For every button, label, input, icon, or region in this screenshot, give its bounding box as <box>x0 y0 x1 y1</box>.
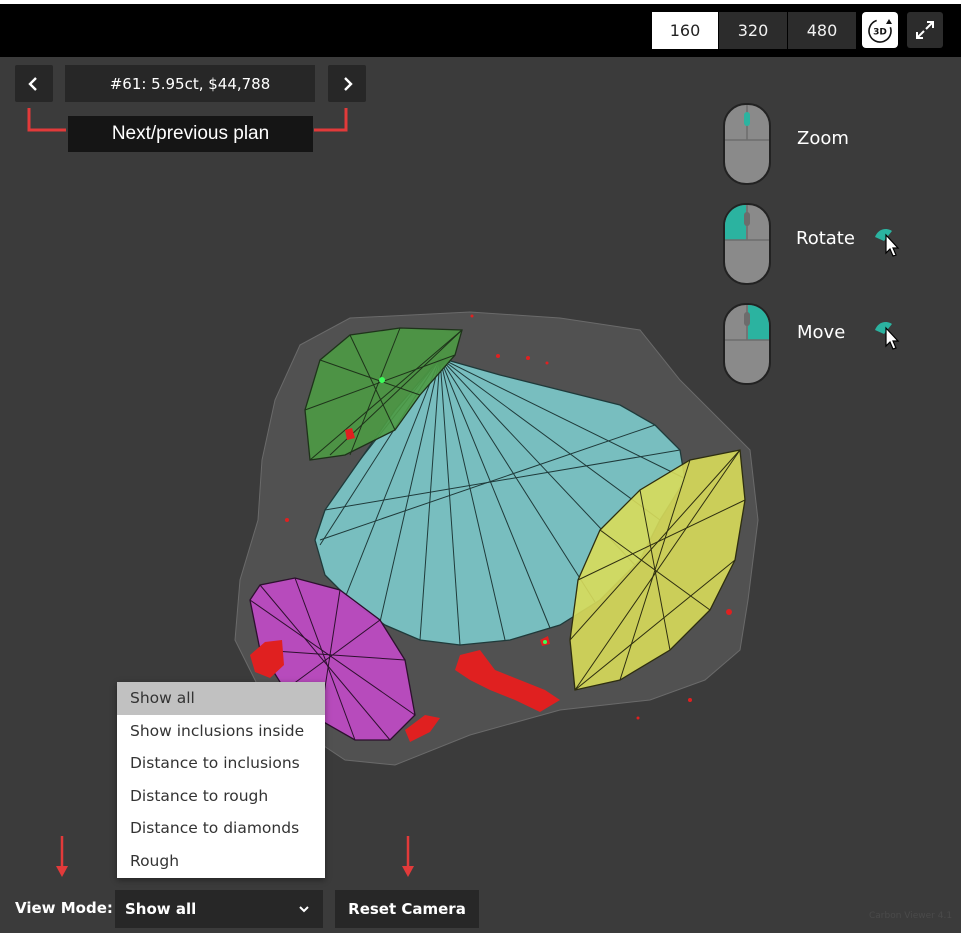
mouse-wheel-icon <box>723 103 771 185</box>
chevron-down-icon <box>299 906 309 913</box>
view-mode-select[interactable]: Show all <box>115 890 323 928</box>
view-mode-label: View Mode: <box>15 899 113 917</box>
3d-label: 3D <box>873 28 887 38</box>
carbon-viewer: 160 320 480 3D #61: 5.95ct, $44,788 Next… <box>0 0 961 933</box>
size-160-button[interactable]: 160 <box>652 12 718 49</box>
view-mode-option-rough[interactable]: Rough <box>117 845 325 878</box>
zoom-label: Zoom <box>797 128 849 149</box>
rotate-3d-icon: 3D <box>868 19 892 43</box>
view-mode-option-show-all[interactable]: Show all <box>117 682 325 715</box>
previous-plan-button[interactable] <box>15 65 53 102</box>
fullscreen-button[interactable] <box>907 12 943 48</box>
move-cursor-icon <box>875 322 900 350</box>
view-mode-option-show-inclusions-inside[interactable]: Show inclusions inside <box>117 715 325 748</box>
reset-camera-arrow <box>402 836 414 877</box>
view-mode-arrow <box>56 836 68 877</box>
move-label: Move <box>797 322 846 343</box>
version-label: Carbon Viewer 4.1 <box>869 911 953 921</box>
rotate-label: Rotate <box>796 228 855 249</box>
mouse-left-button-icon <box>723 203 771 285</box>
chevron-left-icon <box>28 76 37 91</box>
view-mode-dropdown-list: Show all Show inclusions inside Distance… <box>117 682 325 878</box>
plan-title: #61: 5.95ct, $44,788 <box>65 65 315 102</box>
view-mode-option-distance-to-inclusions[interactable]: Distance to inclusions <box>117 747 325 780</box>
view-3d-button[interactable]: 3D <box>862 12 898 48</box>
size-480-button[interactable]: 480 <box>788 12 856 49</box>
rotate-cursor-icon <box>875 229 900 257</box>
size-320-button[interactable]: 320 <box>719 12 787 49</box>
chevron-right-icon <box>344 76 353 91</box>
view-mode-option-distance-to-diamonds[interactable]: Distance to diamonds <box>117 812 325 845</box>
top-toolbar: 160 320 480 3D <box>0 4 961 57</box>
next-plan-button[interactable] <box>328 65 366 102</box>
reset-camera-button[interactable]: Reset Camera <box>335 890 479 928</box>
view-mode-selected-value: Show all <box>125 900 197 918</box>
mouse-right-button-icon <box>723 303 771 385</box>
view-mode-option-distance-to-rough[interactable]: Distance to rough <box>117 780 325 813</box>
nav-annotation-caption: Next/previous plan <box>68 116 313 152</box>
expand-icon <box>916 21 934 39</box>
